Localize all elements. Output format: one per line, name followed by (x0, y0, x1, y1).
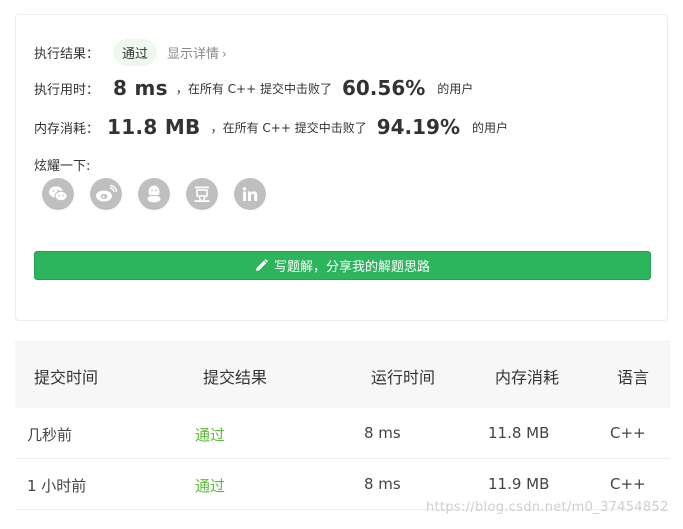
cell-memory: 11.8 MB (488, 424, 550, 442)
runtime-value: 8 ms (113, 76, 168, 100)
memory-prefix: ，在所有 C++ 提交中击败了 (210, 120, 367, 135)
cell-result-link[interactable]: 通过 (195, 475, 225, 496)
header-language: 语言 (617, 368, 650, 387)
show-details-link[interactable]: 显示详情 › (167, 43, 227, 62)
share-row: 炫耀一下: (34, 155, 90, 174)
chevron-right-icon: › (222, 47, 227, 61)
share-icons (42, 178, 282, 210)
cell-submit-time: 几秒前 (27, 426, 73, 444)
show-details-label: 显示详情 (167, 47, 220, 62)
result-label: 执行结果： (34, 47, 100, 62)
cell-result-link[interactable]: 通过 (195, 424, 225, 445)
runtime-percent: 60.56% (341, 76, 426, 100)
header-runtime: 运行时间 (371, 368, 436, 387)
memory-label: 内存消耗： (34, 121, 100, 137)
write-solution-label: 写题解，分享我的解题思路 (273, 260, 430, 275)
header-memory: 内存消耗 (495, 368, 560, 387)
cell-runtime: 8 ms (364, 424, 401, 442)
share-label: 炫耀一下: (34, 159, 91, 174)
cell-submit-time: 1 小时前 (27, 477, 87, 495)
runtime-label: 执行用时： (34, 82, 100, 98)
result-row: 执行结果： 通过 显示详情 › (34, 39, 227, 66)
table-header: 提交时间 提交结果 运行时间 内存消耗 语言 (15, 341, 670, 408)
memory-percent: 94.19% (376, 115, 461, 139)
runtime-row: 执行用时： 8 ms ，在所有 C++ 提交中击败了 60.56% 的用户 (34, 76, 473, 100)
qq-icon[interactable] (138, 178, 170, 210)
weibo-icon[interactable] (90, 178, 122, 210)
linkedin-icon[interactable] (234, 178, 266, 210)
status-badge: 通过 (113, 39, 158, 66)
submissions-table: 提交时间 提交结果 运行时间 内存消耗 语言 几秒前 通过 8 ms 11.8 … (15, 341, 670, 510)
memory-value: 11.8 MB (107, 115, 201, 139)
watermark: https://blog.csdn.net/m0_37454852 (426, 500, 669, 515)
header-submit-time: 提交时间 (34, 368, 99, 387)
cell-runtime: 8 ms (364, 475, 401, 493)
memory-row: 内存消耗： 11.8 MB ，在所有 C++ 提交中击败了 94.19% 的用户 (34, 115, 508, 139)
memory-suffix: 的用户 (472, 120, 509, 135)
table-row[interactable]: 几秒前 通过 8 ms 11.8 MB C++ (15, 408, 670, 459)
cell-language: C++ (610, 424, 646, 442)
cell-language: C++ (610, 475, 646, 493)
result-card: 执行结果： 通过 显示详情 › 执行用时： 8 ms ，在所有 C++ 提交中击败… (15, 14, 668, 321)
cell-memory: 11.9 MB (488, 475, 550, 493)
wechat-icon[interactable] (42, 178, 74, 210)
header-submit-result: 提交结果 (203, 368, 268, 387)
pencil-icon (255, 259, 268, 271)
write-solution-button[interactable]: 写题解，分享我的解题思路 (34, 251, 651, 280)
runtime-suffix: 的用户 (437, 81, 474, 96)
douban-icon[interactable] (186, 178, 218, 210)
runtime-prefix: ，在所有 C++ 提交中击败了 (175, 81, 332, 96)
